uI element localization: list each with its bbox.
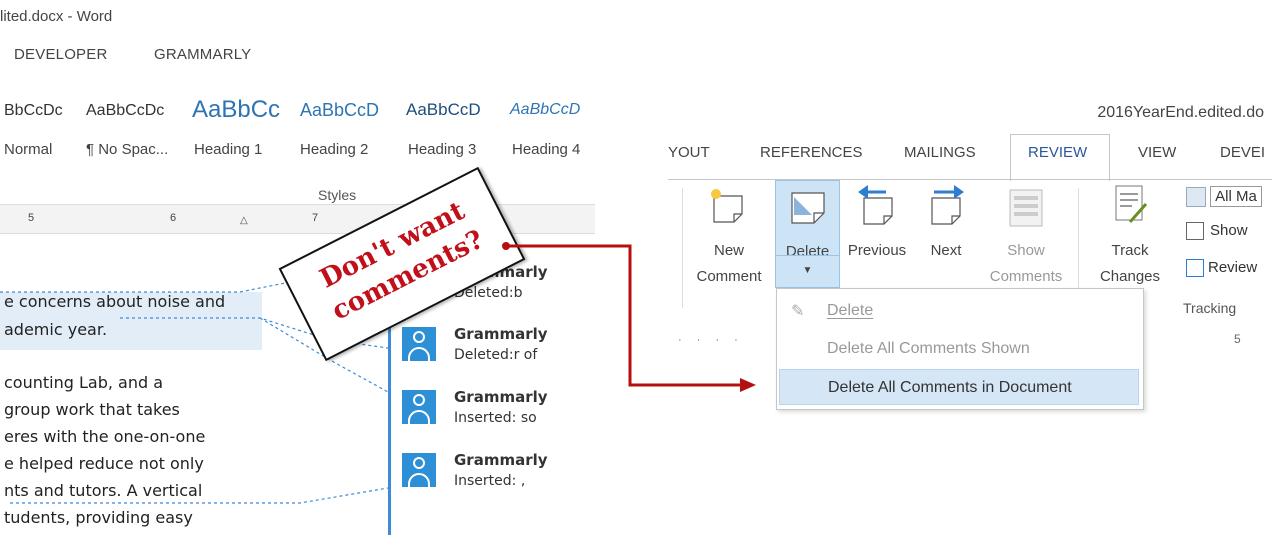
- show-markup-button[interactable]: Show: [1186, 222, 1248, 241]
- comment-author: Grammarly: [454, 451, 548, 469]
- style-name: Heading 2: [300, 141, 369, 158]
- avatar: [402, 390, 436, 424]
- track-changes-icon: [1115, 185, 1148, 223]
- avatar: [402, 453, 436, 487]
- button-label: Review: [1208, 259, 1258, 276]
- delete-comment-icon: [791, 192, 825, 224]
- style-name: Heading 1: [194, 141, 263, 158]
- tab-view[interactable]: VIEW: [1138, 144, 1176, 161]
- tab-layout[interactable]: YOUT: [668, 144, 710, 161]
- ruler-mark: 7: [312, 212, 319, 224]
- show-comments-icon: [1009, 189, 1043, 227]
- menu-item-delete-all-in-document[interactable]: Delete All Comments in Document: [779, 369, 1139, 405]
- style-sample: AaBbCc: [192, 96, 281, 123]
- track-changes-button[interactable]: Track Changes: [1088, 180, 1172, 290]
- doc-line: tudents, providing easy: [4, 508, 193, 527]
- style-no-spacing[interactable]: AaBbCcDc ¶ No Spac...: [82, 92, 182, 164]
- style-heading-1[interactable]: AaBbCc Heading 1: [190, 92, 290, 164]
- ruler-ticks: · · · ·: [678, 334, 744, 346]
- button-label: Delete: [785, 243, 830, 260]
- group-divider: [682, 188, 683, 308]
- ruler-mark: 5: [28, 212, 35, 224]
- next-arrow-icon: [931, 185, 964, 225]
- style-heading-2[interactable]: AaBbCcD Heading 2: [298, 92, 398, 164]
- button-label: Show: [1007, 242, 1045, 259]
- styles-group-label: Styles: [318, 187, 357, 203]
- split-divider: [776, 255, 839, 256]
- tab-references[interactable]: REFERENCES: [760, 144, 863, 161]
- button-label: Changes: [1099, 268, 1161, 285]
- menu-item-label: Delete All Comments Shown: [827, 340, 1030, 357]
- menu-item-delete[interactable]: ✎ Delete: [777, 293, 1143, 329]
- button-label: Show: [1210, 222, 1248, 239]
- delete-dropdown-menu: ✎ Delete Delete All Comments Shown Delet…: [776, 288, 1144, 410]
- style-sample: AaBbCcDc: [86, 102, 165, 119]
- tracking-group-label: Tracking: [1183, 300, 1237, 316]
- style-name: Heading 4: [512, 141, 581, 158]
- delete-icon: ✎: [791, 303, 805, 320]
- style-heading-4[interactable]: AaBbCcD Heading 4: [508, 92, 598, 164]
- avatar: [402, 327, 436, 361]
- button-label: Comments: [989, 268, 1063, 285]
- show-markup-icon: [1186, 222, 1204, 241]
- style-normal[interactable]: BbCcDc Normal: [0, 92, 76, 164]
- comment-balloon[interactable]: Grammarly Inserted: ,: [402, 451, 592, 503]
- tab-developer[interactable]: DEVEI: [1220, 144, 1265, 161]
- tab-developer[interactable]: DEVELOPER: [14, 46, 108, 63]
- button-label: Track: [1111, 242, 1149, 259]
- comment-text: Inserted: ,: [454, 473, 526, 489]
- previous-comment-button[interactable]: Previous: [842, 180, 912, 290]
- window-title: lited.docx - Word: [0, 8, 113, 25]
- previous-arrow-icon: [858, 185, 893, 225]
- menu-item-delete-all-shown[interactable]: Delete All Comments Shown: [777, 331, 1143, 367]
- style-name: Normal: [4, 141, 53, 158]
- next-comment-button[interactable]: Next: [916, 180, 976, 290]
- ruler-mark: 5: [1234, 332, 1241, 346]
- style-heading-3[interactable]: AaBbCcD Heading 3: [404, 92, 504, 164]
- document-title: 2016YearEnd.edited.do: [1097, 104, 1264, 121]
- ruler-mark: 6: [170, 212, 177, 224]
- tab-review[interactable]: REVIEW: [1028, 144, 1087, 161]
- tab-grammarly[interactable]: GRAMMARLY: [154, 46, 251, 63]
- button-label: Next: [930, 242, 962, 259]
- style-sample: BbCcDc: [4, 102, 63, 119]
- ribbon-tabs: YOUT REFERENCES MAILINGS REVIEW VIEW DEV…: [668, 134, 1272, 181]
- button-label: Comment: [696, 268, 762, 285]
- reviewing-pane-button[interactable]: Review: [1186, 259, 1258, 278]
- menu-item-label: Delete All Comments in Document: [828, 379, 1072, 396]
- style-sample: AaBbCcD: [510, 101, 581, 118]
- button-label: Previous: [847, 242, 907, 259]
- comment-text: Inserted: so: [454, 410, 537, 426]
- markup-dropdown[interactable]: All Ma: [1186, 186, 1262, 207]
- chevron-down-icon[interactable]: ▼: [776, 265, 839, 276]
- style-name: ¶ No Spac...: [86, 141, 169, 158]
- styles-gallery: BbCcDc Normal AaBbCcDc ¶ No Spac... AaBb…: [0, 92, 595, 172]
- style-name: Heading 3: [408, 141, 477, 158]
- delete-comment-button[interactable]: Delete ▼: [775, 180, 840, 288]
- markup-select-value: All Ma: [1210, 186, 1262, 207]
- new-comment-button[interactable]: New Comment: [688, 180, 770, 290]
- indent-marker-icon[interactable]: △: [240, 215, 248, 226]
- tab-mailings[interactable]: MAILINGS: [904, 144, 976, 161]
- style-sample: AaBbCcD: [406, 100, 481, 119]
- markup-icon: [1186, 186, 1206, 207]
- button-label: New: [713, 242, 744, 259]
- show-comments-button[interactable]: Show Comments: [980, 180, 1072, 290]
- menu-item-label: Delete: [827, 302, 874, 319]
- style-sample: AaBbCcD: [300, 100, 380, 120]
- new-comment-icon: [711, 189, 743, 223]
- comment-balloon[interactable]: Grammarly Inserted: so: [402, 388, 592, 440]
- reviewing-pane-icon: [1186, 259, 1204, 278]
